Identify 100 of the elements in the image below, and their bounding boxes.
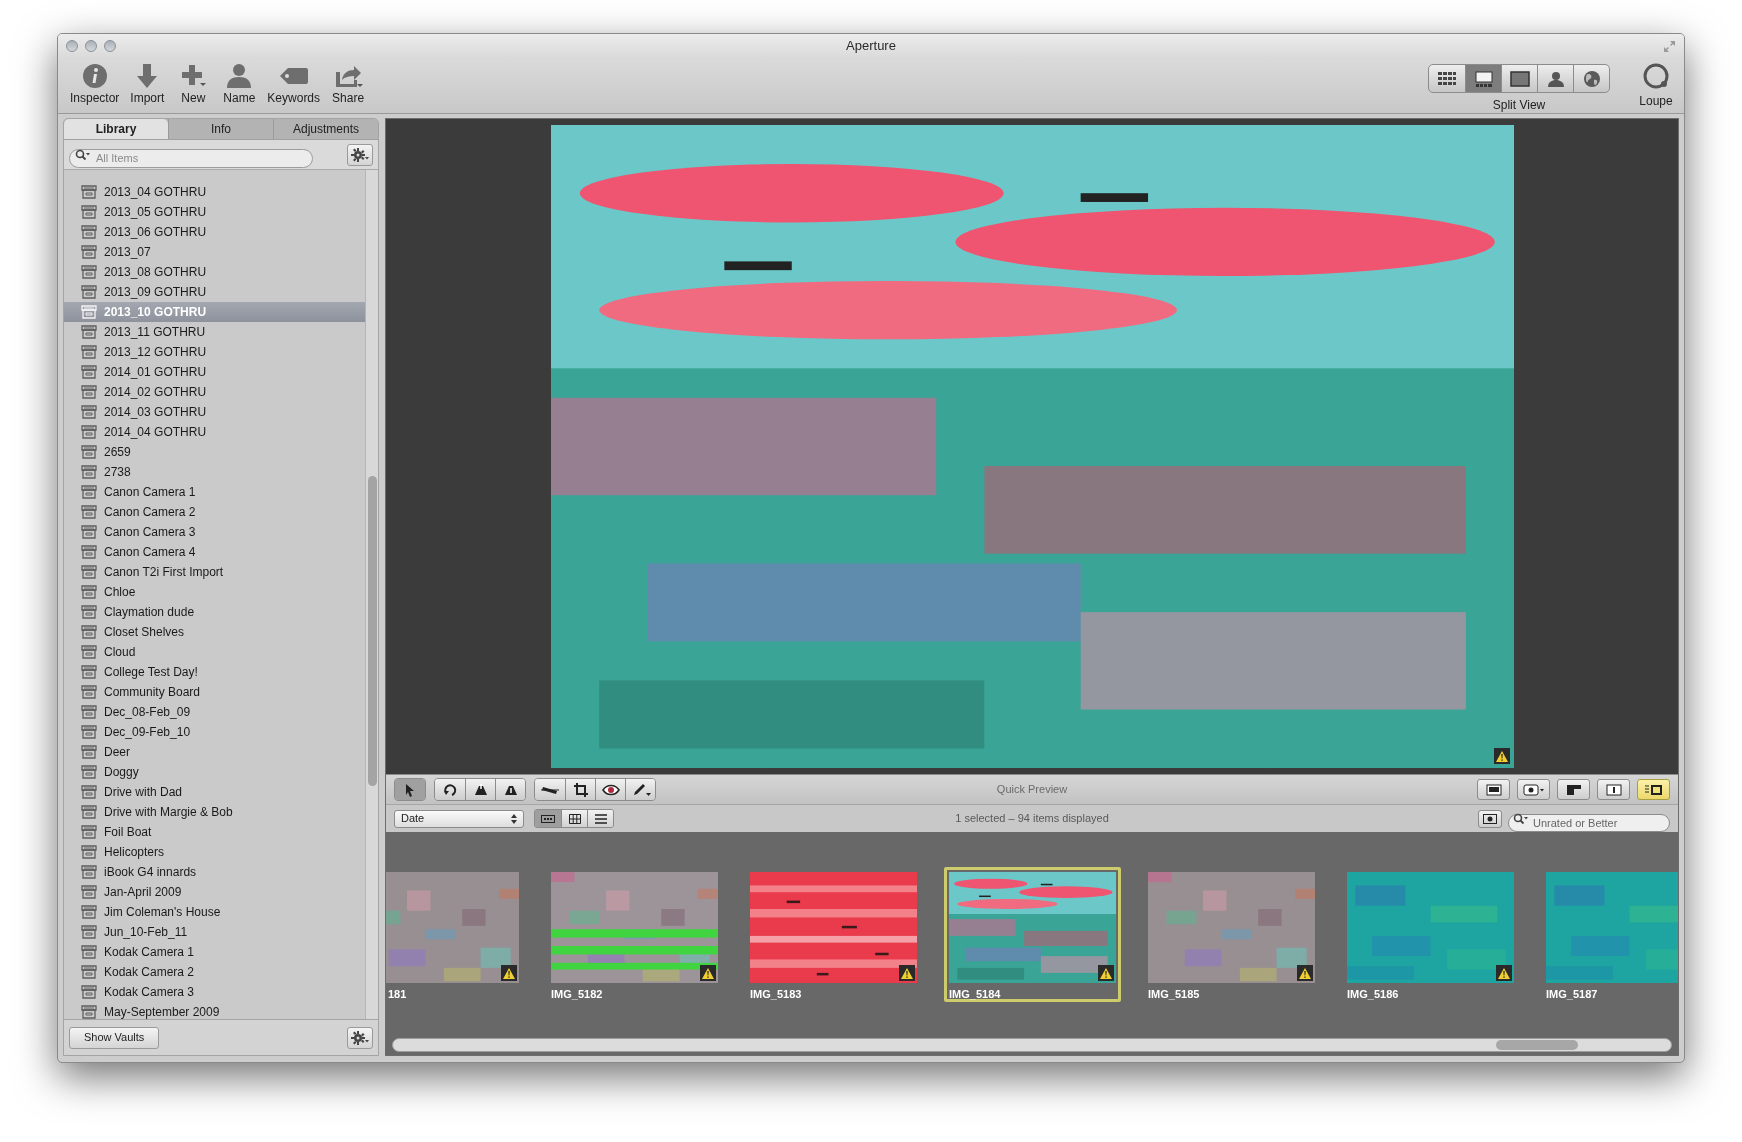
project-item[interactable]: iBook G4 innards: [64, 862, 365, 882]
layout-control[interactable]: [534, 809, 614, 828]
project-item[interactable]: Dec_09-Feb_10: [64, 722, 365, 742]
warning-icon: [1098, 965, 1114, 981]
view-button[interactable]: [1597, 779, 1630, 800]
tool-button[interactable]: [595, 779, 625, 800]
toolbar-button[interactable]: Keywords: [263, 62, 325, 106]
project-icon: [81, 845, 97, 859]
project-item[interactable]: Kodak Camera 3: [64, 982, 365, 1002]
project-item[interactable]: Deer: [64, 742, 365, 762]
scrollbar-thumb[interactable]: [1496, 1040, 1578, 1050]
scrollbar-thumb[interactable]: [367, 476, 377, 786]
project-item[interactable]: College Test Day!: [64, 662, 365, 682]
view-button[interactable]: [1517, 779, 1550, 800]
project-item[interactable]: Canon Camera 4: [64, 542, 365, 562]
project-item[interactable]: Cloud: [64, 642, 365, 662]
view-button[interactable]: [1637, 779, 1670, 800]
view-button[interactable]: [1477, 779, 1510, 800]
project-item[interactable]: 2014_01 GOTHRU: [64, 362, 365, 382]
project-item[interactable]: Canon Camera 2: [64, 502, 365, 522]
project-icon: [81, 305, 97, 319]
thumbnail[interactable]: IMG_5186: [1342, 867, 1519, 1002]
project-item[interactable]: Canon Camera 1: [64, 482, 365, 502]
project-item[interactable]: 2013_07: [64, 242, 365, 262]
filmstrip-icon: [541, 814, 555, 823]
project-item[interactable]: May-September 2009: [64, 1002, 365, 1019]
toolbar-button[interactable]: Inspector: [66, 62, 124, 106]
project-item[interactable]: 2013_04 GOTHRU: [64, 182, 365, 202]
thumbnail[interactable]: IMG_5187: [1541, 867, 1678, 1002]
view-mode-button[interactable]: [1465, 65, 1501, 92]
toolbar-button[interactable]: New: [171, 62, 216, 106]
project-item[interactable]: Helicopters: [64, 842, 365, 862]
quick-search-button[interactable]: [1478, 809, 1502, 828]
dropdown-arrows-icon: [511, 813, 517, 824]
info-icon: [80, 62, 109, 90]
toolbar-button[interactable]: Name: [217, 62, 262, 106]
project-item[interactable]: Doggy: [64, 762, 365, 782]
scrollbar[interactable]: [365, 170, 378, 1019]
project-item[interactable]: Chloe: [64, 582, 365, 602]
project-item[interactable]: 2013_08 GOTHRU: [64, 262, 365, 282]
project-item[interactable]: 2014_04 GOTHRU: [64, 422, 365, 442]
tool-button[interactable]: [565, 779, 595, 800]
project-item[interactable]: 2738: [64, 462, 365, 482]
project-item[interactable]: Drive with Margie & Bob: [64, 802, 365, 822]
project-item[interactable]: Kodak Camera 1: [64, 942, 365, 962]
project-item[interactable]: Canon Camera 3: [64, 522, 365, 542]
project-item[interactable]: Canon T2i First Import: [64, 562, 365, 582]
thumbnail[interactable]: 181: [386, 867, 524, 1002]
project-icon: [81, 405, 97, 419]
tool-button[interactable]: [625, 779, 655, 800]
project-icon: [81, 585, 97, 599]
project-item[interactable]: Kodak Camera 2: [64, 962, 365, 982]
filter-field[interactable]: Unrated or Better: [1508, 813, 1670, 832]
show-vaults-button[interactable]: Show Vaults: [69, 1026, 160, 1049]
settings-button[interactable]: [347, 1026, 373, 1049]
person-icon: [1546, 70, 1565, 87]
thumbnail[interactable]: IMG_5185: [1143, 867, 1320, 1002]
project-item[interactable]: 2014_02 GOTHRU: [64, 382, 365, 402]
layout-button[interactable]: [561, 810, 587, 827]
scrollbar[interactable]: [392, 1038, 1672, 1052]
project-item[interactable]: Foil Boat: [64, 822, 365, 842]
layout-button[interactable]: [587, 810, 613, 827]
tool-button[interactable]: [435, 779, 465, 800]
project-item[interactable]: 2013_05 GOTHRU: [64, 202, 365, 222]
project-item[interactable]: 2014_03 GOTHRU: [64, 402, 365, 422]
tool-button[interactable]: [535, 779, 565, 800]
layout-button[interactable]: [535, 810, 561, 827]
project-item[interactable]: 2013_12 GOTHRU: [64, 342, 365, 362]
project-item[interactable]: Claymation dude: [64, 602, 365, 622]
layout-icon: [1565, 783, 1582, 796]
loupe-button[interactable]: Loupe: [1636, 62, 1676, 110]
project-item[interactable]: Jim Coleman's House: [64, 902, 365, 922]
settings-button[interactable]: [347, 143, 373, 166]
sort-dropdown[interactable]: Date: [394, 809, 524, 828]
thumbnail[interactable]: IMG_5184: [944, 867, 1121, 1002]
inspector-tab[interactable]: Info: [168, 119, 273, 139]
project-item[interactable]: 2013_09 GOTHRU: [64, 282, 365, 302]
project-item[interactable]: Dec_08-Feb_09: [64, 702, 365, 722]
project-item[interactable]: Jan-April 2009: [64, 882, 365, 902]
thumbnail-label: 181: [388, 987, 408, 1002]
project-item[interactable]: Jun_10-Feb_11: [64, 922, 365, 942]
view-mode-control[interactable]: [1428, 64, 1610, 93]
toolbar-button[interactable]: Share: [326, 62, 371, 106]
project-item[interactable]: 2659: [64, 442, 365, 462]
inspector-tab[interactable]: Adjustments: [273, 119, 378, 139]
project-item[interactable]: 2013_11 GOTHRU: [64, 322, 365, 342]
thumbnail[interactable]: IMG_5183: [745, 867, 922, 1002]
tool-button[interactable]: [465, 779, 495, 800]
project-item[interactable]: Closet Shelves: [64, 622, 365, 642]
search-field[interactable]: All Items: [69, 148, 313, 168]
view-button[interactable]: [1557, 779, 1590, 800]
project-item[interactable]: 2013_06 GOTHRU: [64, 222, 365, 242]
project-icon: [81, 825, 97, 839]
inspector-tab[interactable]: Library: [64, 119, 168, 139]
thumbnail[interactable]: IMG_5182: [546, 867, 723, 1002]
tool-button[interactable]: [495, 779, 525, 800]
project-item[interactable]: Community Board: [64, 682, 365, 702]
toolbar-button[interactable]: Import: [125, 62, 170, 106]
tool-button[interactable]: [395, 779, 425, 800]
project-item[interactable]: Drive with Dad: [64, 782, 365, 802]
